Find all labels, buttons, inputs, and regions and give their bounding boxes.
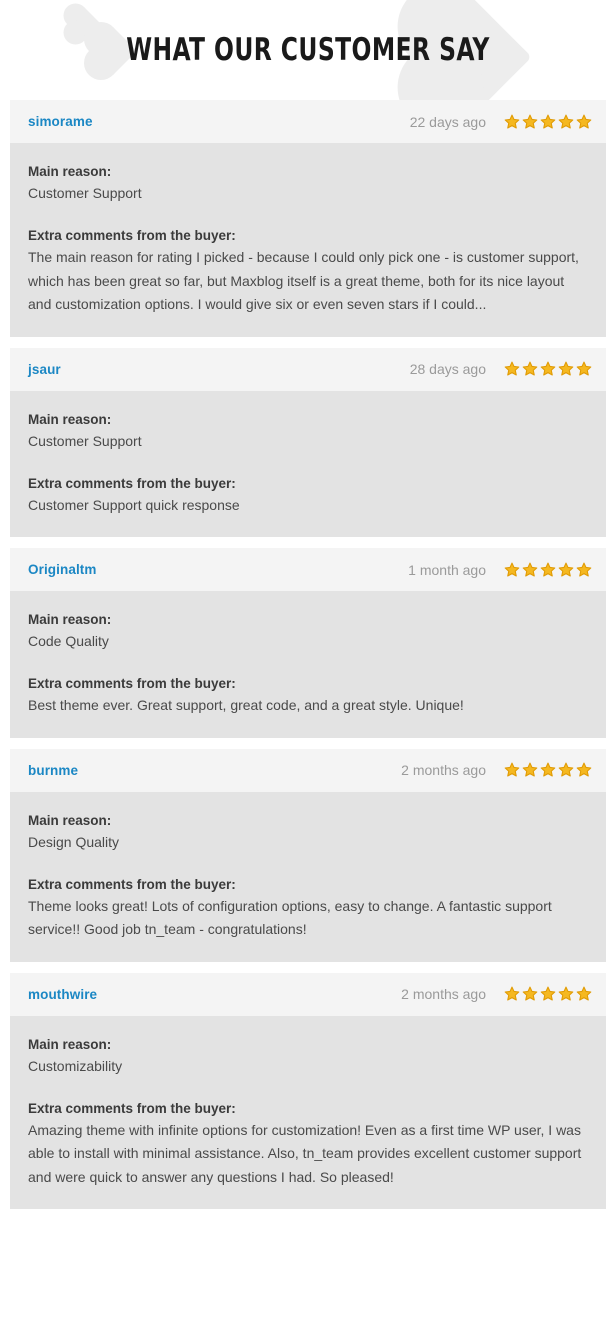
field-divider [28,652,588,673]
review-body: Main reason: Customizability Extra comment… [10,1015,606,1209]
rating-stars [504,986,592,1002]
star-icon [558,986,574,1001]
extra-comments-label: Extra comments from the buyer: [28,228,236,243]
star-icon [576,562,592,577]
star-icon [558,762,574,777]
extra-comments-text: The main reason for rating I picked - be… [28,249,579,312]
review-body: Main reason: Customer Support Extra commen… [10,390,606,537]
review-date: 28 days ago [409,361,486,377]
review-header: simorame 22 days ago [10,100,606,143]
extra-comments-label: Extra comments from the buyer: [28,475,236,491]
main-reason-label: Main reason: [28,812,112,828]
main-reason-value: Customer Support [28,185,142,201]
review-card: Originaltm 1 month ago Main reason: Code Qu… [10,548,606,738]
review-author-link[interactable]: jsaur [28,362,61,377]
review-header: jsaur 28 days ago [10,347,606,391]
star-icon [558,562,574,577]
page-header: WHAT OUR CUSTOMER SAY [0,0,616,100]
star-icon [540,361,556,376]
review-author-link[interactable]: burnme [28,763,78,778]
review-header: Originaltm 1 month ago [10,548,606,591]
star-icon [522,562,538,577]
main-reason-label: Main reason: [28,612,112,627]
testimonials-page: WHAT OUR CUSTOMER SAY simorame 22 days ag… [0,0,616,1330]
review-header: mouthwire 2 months ago [10,972,606,1016]
review-date: 2 months ago [401,986,486,1002]
star-icon [540,114,556,129]
star-icon [576,114,592,129]
star-icon [504,762,520,777]
star-icon [522,114,538,129]
review-list: simorame 22 days ago Main reason: Customer … [0,100,616,1219]
main-reason-value: Customer Support [28,432,142,449]
star-icon [576,762,592,777]
star-icon [504,361,520,376]
review-date: 22 days ago [409,113,486,130]
review-author-link[interactable]: mouthwire [28,987,97,1002]
review-header: burnme 2 months ago [10,748,606,792]
star-icon [504,986,520,1001]
review-body: Main reason: Code Quality Extra comments f… [10,591,606,738]
main-reason-label: Main reason: [28,411,112,427]
review-body: Main reason: Design Quality Extra comments… [10,791,606,962]
review-author-link[interactable]: simorame [28,114,93,129]
star-icon [540,986,556,1001]
extra-comments-text: Best theme ever. Great support, great co… [28,697,464,713]
main-reason-label: Main reason: [28,164,112,179]
extra-comments-text: Amazing theme with infinite options for … [28,1121,582,1185]
rating-stars [504,562,592,578]
star-icon [522,986,538,1001]
field-divider [28,452,588,473]
star-icon [504,562,520,577]
page-title: WHAT OUR CUSTOMER SAY [126,32,490,68]
extra-comments-text: Theme looks great! Lots of configuration… [28,897,552,938]
star-icon [576,361,592,376]
star-icon [522,361,538,376]
star-icon [540,762,556,777]
main-reason-value: Customizability [28,1057,123,1074]
star-icon [558,361,574,376]
review-card: jsaur 28 days ago Main reason: Customer Sup… [10,347,606,537]
review-body: Main reason: Customer Support Extra commen… [10,143,606,337]
main-reason-label: Main reason: [28,1036,112,1052]
field-divider [28,853,588,874]
review-author-link[interactable]: Originaltm [28,562,97,577]
field-divider [28,204,588,225]
field-divider [28,1077,588,1098]
rating-stars [504,762,592,778]
extra-comments-label: Extra comments from the buyer: [28,676,236,691]
star-icon [522,762,538,777]
main-reason-value: Design Quality [28,833,120,850]
extra-comments-label: Extra comments from the buyer: [28,876,236,892]
rating-stars [504,114,592,130]
review-card: simorame 22 days ago Main reason: Customer … [10,100,606,337]
star-icon [558,114,574,129]
rating-stars [504,361,592,377]
review-card: burnme 2 months ago Main reason: Design Qua… [10,748,606,962]
star-icon [576,986,592,1001]
star-icon [540,562,556,577]
review-date: 1 month ago [408,561,486,578]
extra-comments-text: Customer Support quick response [28,496,240,513]
star-icon [504,114,520,129]
review-date: 2 months ago [401,762,486,778]
main-reason-value: Code Quality [28,633,109,649]
extra-comments-label: Extra comments from the buyer: [28,1100,236,1116]
review-card: mouthwire 2 months ago Main reason: Customi… [10,972,606,1209]
